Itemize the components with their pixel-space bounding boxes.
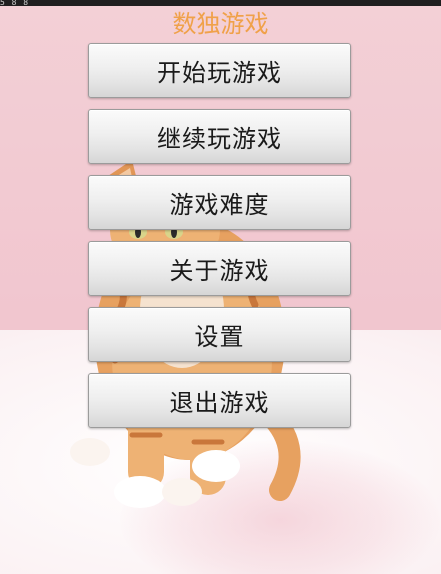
about-label: 关于游戏 (169, 257, 270, 285)
status-bar: 5 8 8 (0, 0, 441, 6)
settings-button[interactable]: 设置 (88, 307, 351, 362)
difficulty-button[interactable]: 游戏难度 (88, 175, 351, 230)
status-glyphs: 5 8 8 (0, 0, 30, 6)
new-game-label: 开始玩游戏 (157, 59, 282, 87)
continue-game-label: 继续玩游戏 (157, 125, 282, 153)
about-button[interactable]: 关于游戏 (88, 241, 351, 296)
exit-button[interactable]: 退出游戏 (88, 373, 351, 428)
continue-game-button[interactable]: 继续玩游戏 (88, 109, 351, 164)
app-title: 数独游戏 (172, 10, 269, 38)
exit-label: 退出游戏 (169, 389, 270, 417)
difficulty-label: 游戏难度 (169, 191, 270, 219)
settings-label: 设置 (194, 323, 245, 351)
new-game-button[interactable]: 开始玩游戏 (88, 43, 351, 98)
